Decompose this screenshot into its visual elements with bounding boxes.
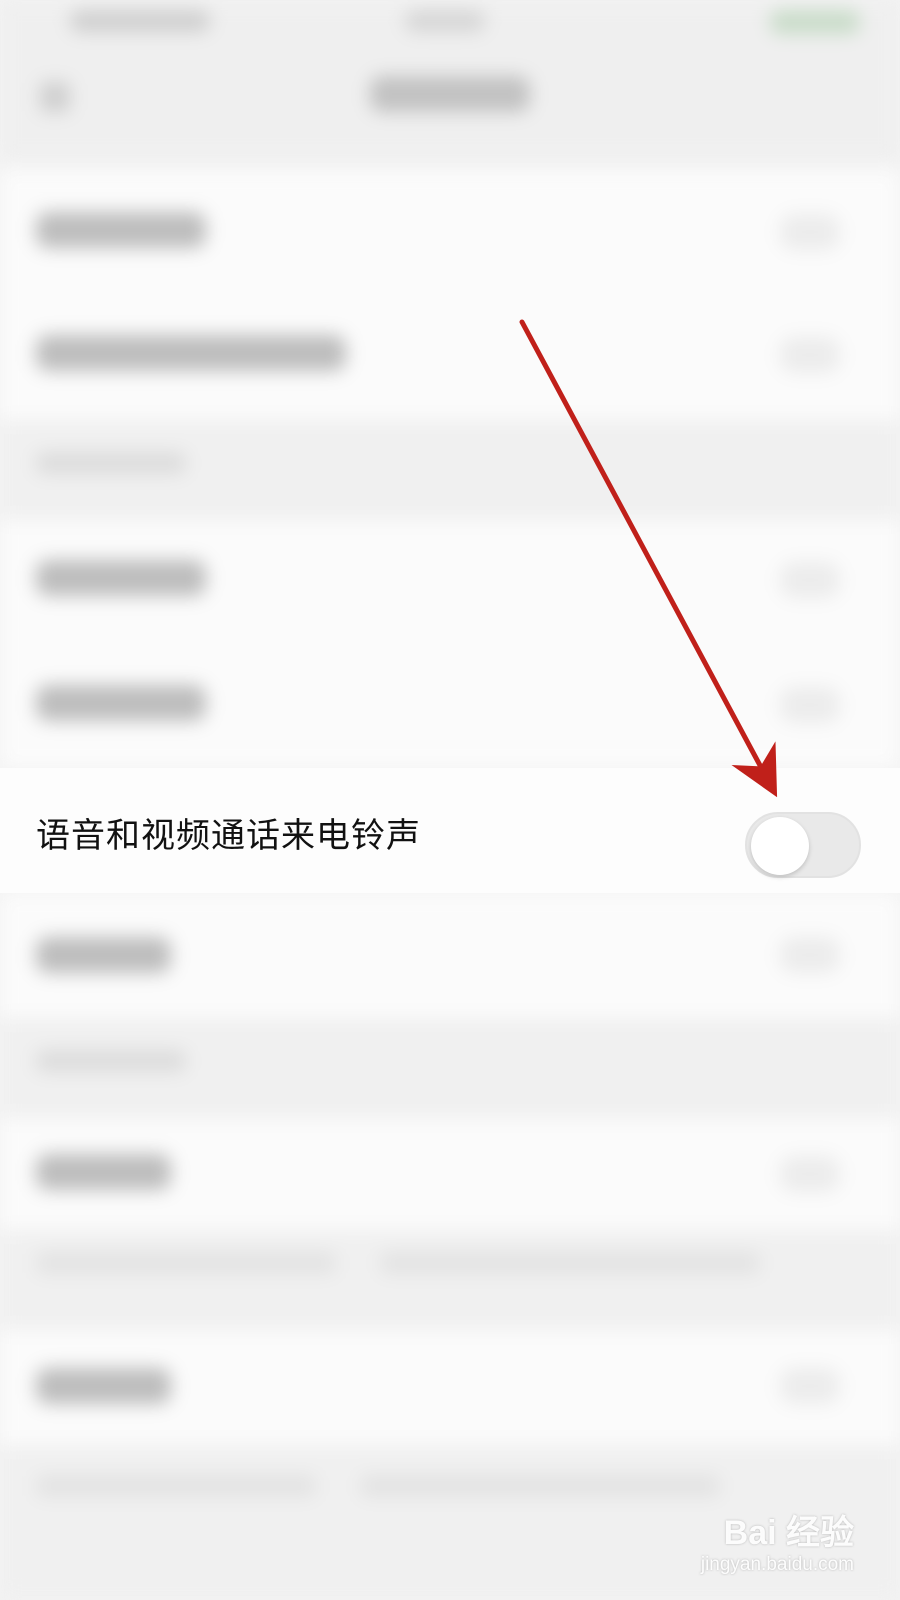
toggle-knob: [751, 817, 809, 875]
ringtone-setting-label: 语音和视频通话来电铃声: [36, 816, 421, 856]
row-indicator-placeholder: [780, 337, 840, 373]
settings-row[interactable]: [0, 1118, 900, 1230]
status-center-placeholder: [405, 10, 485, 32]
watermark-url: jingyan.baidu.com: [700, 1554, 854, 1575]
page-title-placeholder: [370, 76, 530, 112]
row-indicator-placeholder: [780, 214, 840, 250]
ringtone-setting-row: 语音和视频通话来电铃声: [0, 768, 900, 893]
watermark-brand: Bai 经验: [723, 1514, 854, 1552]
row-indicator-placeholder: [780, 562, 840, 598]
settings-row[interactable]: [0, 520, 900, 645]
settings-row[interactable]: [0, 645, 900, 768]
ringtone-toggle-switch[interactable]: [745, 812, 861, 878]
settings-row[interactable]: [0, 295, 900, 420]
row-label-placeholder: [36, 937, 171, 973]
description-placeholder: [36, 1475, 316, 1497]
description-placeholder: [360, 1475, 720, 1497]
battery-icon: [770, 10, 860, 34]
row-label-placeholder: [36, 212, 206, 248]
settings-row[interactable]: [0, 170, 900, 295]
section-gap: [0, 1018, 900, 1118]
row-label-placeholder: [36, 1154, 171, 1190]
watermark: Bai 经验 jingyan.baidu.com: [701, 1505, 854, 1576]
status-bar: [0, 0, 900, 50]
back-icon[interactable]: [40, 82, 70, 112]
settings-row[interactable]: [0, 893, 900, 1018]
section-hint-placeholder: [36, 1050, 186, 1072]
row-indicator-placeholder: [780, 687, 840, 723]
section-gap: [0, 1230, 900, 1330]
row-indicator-placeholder: [780, 937, 840, 973]
section-hint-placeholder: [36, 452, 186, 474]
section-gap: [0, 420, 900, 520]
row-label-placeholder: [36, 685, 206, 721]
row-label-placeholder: [36, 560, 206, 596]
row-indicator-placeholder: [780, 1156, 840, 1192]
description-placeholder: [380, 1252, 760, 1274]
settings-row[interactable]: [0, 1330, 900, 1445]
row-label-placeholder: [36, 335, 346, 371]
status-time-placeholder: [70, 10, 210, 32]
nav-bar: [0, 50, 900, 160]
description-placeholder: [36, 1252, 336, 1274]
row-label-placeholder: [36, 1368, 171, 1404]
row-indicator-placeholder: [780, 1368, 840, 1404]
